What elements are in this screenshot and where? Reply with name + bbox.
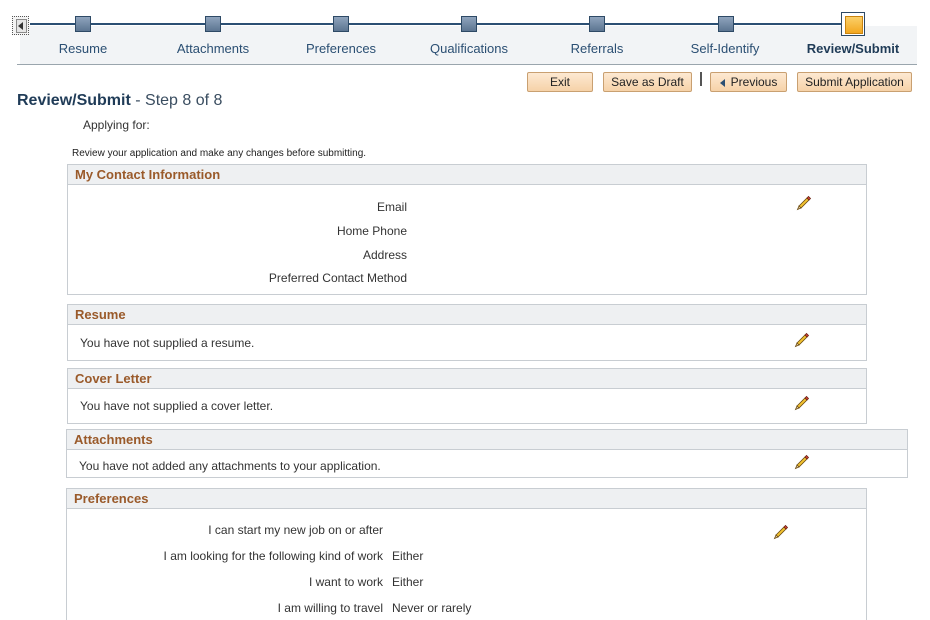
step-train-divider — [17, 64, 917, 65]
step-node-review-submit — [841, 12, 865, 36]
preference-value: Never or rarely — [392, 601, 472, 615]
preferences-section: Preferences I can start my new job on or… — [66, 488, 867, 620]
step-node-attachments[interactable] — [205, 16, 221, 32]
contact-field-label: Email — [376, 200, 407, 214]
page-step-text: - Step 8 of 8 — [135, 92, 223, 109]
previous-label: Previous — [730, 75, 778, 89]
preference-label: I am looking for the following kind of w… — [163, 549, 383, 563]
preferences-section-title: Preferences — [67, 489, 866, 509]
pencil-icon[interactable] — [794, 332, 810, 348]
resume-section: Resume You have not supplied a resume. — [67, 304, 867, 361]
step-node-referrals[interactable] — [589, 16, 605, 32]
instructions-text: Review your application and make any cha… — [72, 148, 367, 159]
preference-value: Either — [392, 549, 424, 563]
preference-label: I am willing to travel — [277, 601, 383, 615]
cover-letter-section: Cover Letter You have not supplied a cov… — [67, 368, 867, 424]
previous-button[interactable]: Previous — [710, 72, 787, 92]
step-label-attachments[interactable]: Attachments — [177, 41, 249, 56]
contact-field-label: Preferred Contact Method — [268, 271, 407, 285]
exit-button[interactable]: Exit — [527, 72, 593, 92]
page-title-text: Review/Submit — [17, 92, 131, 109]
pencil-icon[interactable] — [794, 395, 810, 411]
toolbar-separator — [700, 72, 702, 86]
preference-value: Either — [392, 575, 424, 589]
step-label-resume[interactable]: Resume — [59, 41, 107, 56]
step-label-qualifications[interactable]: Qualifications — [430, 41, 508, 56]
step-node-resume[interactable] — [75, 16, 91, 32]
preference-label: I want to work — [308, 575, 383, 589]
save-draft-button[interactable]: Save as Draft — [603, 72, 692, 92]
step-label-review-submit: Review/Submit — [806, 41, 900, 56]
step-label-preferences[interactable]: Preferences — [306, 41, 376, 56]
contact-section-title: My Contact Information — [68, 165, 866, 185]
resume-section-title: Resume — [68, 305, 866, 325]
applying-for-label: Applying for: — [83, 118, 150, 132]
attachments-section: Attachments You have not added any attac… — [66, 429, 908, 478]
pencil-icon[interactable] — [794, 454, 810, 470]
attachments-section-title: Attachments — [67, 430, 907, 450]
submit-application-button[interactable]: Submit Application — [797, 72, 912, 92]
attachments-message: You have not added any attachments to yo… — [79, 459, 381, 473]
page-title: Review/Submit - Step 8 of 8 — [17, 92, 222, 110]
contact-field-label: Home Phone — [336, 224, 407, 238]
step-label-referrals[interactable]: Referrals — [571, 41, 624, 56]
cover-letter-section-title: Cover Letter — [68, 369, 866, 389]
resume-message: You have not supplied a resume. — [80, 336, 255, 350]
pencil-icon[interactable] — [773, 524, 789, 540]
pencil-icon[interactable] — [796, 195, 812, 211]
step-label-self-identify[interactable]: Self-Identify — [691, 41, 760, 56]
step-node-self-identify[interactable] — [718, 16, 734, 32]
cover-letter-message: You have not supplied a cover letter. — [80, 399, 274, 413]
contact-section: My Contact Information Email Home Phone … — [67, 164, 867, 295]
previous-arrow-icon — [719, 78, 725, 87]
step-node-qualifications[interactable] — [461, 16, 477, 32]
train-back-icon[interactable] — [12, 16, 29, 35]
preference-label: I can start my new job on or after — [208, 523, 383, 537]
step-node-preferences[interactable] — [333, 16, 349, 32]
contact-field-label: Address — [362, 248, 407, 262]
